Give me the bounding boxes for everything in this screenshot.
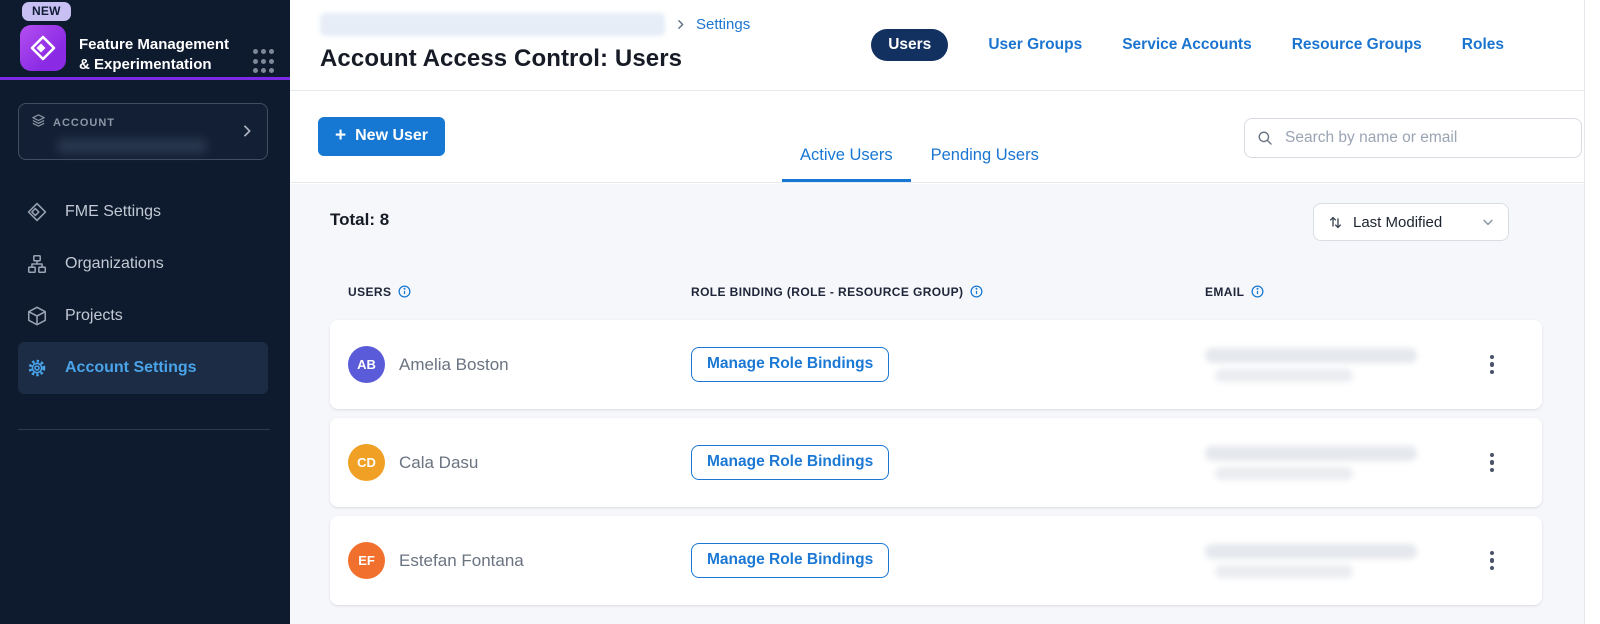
user-rows: AB Amelia Boston Manage Role Bindings CD… bbox=[330, 320, 1542, 614]
info-icon[interactable] bbox=[1250, 284, 1265, 299]
sort-arrows-icon bbox=[1327, 214, 1344, 231]
sidebar-item-label: Projects bbox=[65, 307, 123, 325]
tab-active-users[interactable]: Active Users bbox=[782, 146, 911, 182]
split-icon bbox=[26, 201, 48, 223]
product-title: Feature Management & Experimentation bbox=[79, 25, 237, 75]
main-area: Settings Account Access Control: Users U… bbox=[290, 0, 1585, 624]
breadcrumb-account-redacted bbox=[320, 13, 665, 36]
email-redacted bbox=[1205, 544, 1417, 578]
nav-tab-user-groups[interactable]: User Groups bbox=[988, 36, 1082, 54]
page-header: Settings Account Access Control: Users U… bbox=[290, 0, 1584, 91]
user-name: Amelia Boston bbox=[399, 355, 509, 375]
sort-label: Last Modified bbox=[1353, 214, 1442, 231]
sort-dropdown[interactable]: Last Modified bbox=[1313, 203, 1509, 241]
sidebar-item-account-settings[interactable]: Account Settings bbox=[18, 342, 268, 394]
column-role-binding: ROLE BINDING (ROLE - RESOURCE GROUP) bbox=[691, 285, 963, 299]
column-email: EMAIL bbox=[1205, 285, 1244, 299]
nav-tab-resource-groups[interactable]: Resource Groups bbox=[1292, 36, 1422, 54]
table-header: USERS ROLE BINDING (ROLE - RESOURCE GROU… bbox=[330, 284, 1542, 299]
total-count: Total: 8 bbox=[330, 210, 389, 230]
table-row: EF Estefan Fontana Manage Role Bindings bbox=[330, 516, 1542, 605]
account-switcher[interactable]: ACCOUNT bbox=[18, 103, 268, 160]
table-row: AB Amelia Boston Manage Role Bindings bbox=[330, 320, 1542, 409]
account-name-redacted bbox=[57, 139, 207, 153]
kebab-menu-icon[interactable] bbox=[1486, 449, 1499, 477]
sidebar-item-projects[interactable]: Projects bbox=[18, 290, 268, 342]
manage-role-bindings-button[interactable]: Manage Role Bindings bbox=[691, 445, 889, 480]
user-state-tabs: Active Users Pending Users bbox=[782, 146, 1057, 182]
email-redacted bbox=[1205, 446, 1417, 480]
user-name: Estefan Fontana bbox=[399, 551, 524, 571]
sidebar-divider bbox=[18, 429, 270, 430]
sidebar-item-label: FME Settings bbox=[65, 203, 161, 221]
avatar: AB bbox=[348, 346, 385, 383]
avatar: CD bbox=[348, 444, 385, 481]
nav-tab-users[interactable]: Users bbox=[871, 29, 948, 61]
avatar: EF bbox=[348, 542, 385, 579]
org-chart-icon bbox=[26, 253, 48, 275]
layers-icon bbox=[31, 113, 46, 133]
nav-tab-roles[interactable]: Roles bbox=[1462, 36, 1504, 54]
breadcrumb: Settings bbox=[320, 13, 750, 36]
sidebar-menu: FME Settings Organizations Projects bbox=[18, 186, 268, 394]
kebab-menu-icon[interactable] bbox=[1486, 351, 1499, 379]
new-user-button-label: New User bbox=[355, 127, 428, 145]
split-logo-icon bbox=[20, 25, 66, 71]
chevron-down-icon bbox=[1480, 214, 1496, 230]
email-redacted bbox=[1205, 348, 1417, 382]
nav-tab-service-accounts[interactable]: Service Accounts bbox=[1122, 36, 1252, 54]
tab-pending-users[interactable]: Pending Users bbox=[913, 146, 1057, 182]
manage-role-bindings-button[interactable]: Manage Role Bindings bbox=[691, 543, 889, 578]
info-icon[interactable] bbox=[969, 284, 984, 299]
toolbar: + New User Active Users Pending Users bbox=[290, 91, 1584, 183]
accent-bar bbox=[0, 77, 290, 80]
search bbox=[1244, 118, 1582, 158]
search-input[interactable] bbox=[1244, 118, 1582, 158]
sidebar-item-label: Organizations bbox=[65, 255, 164, 273]
cube-icon bbox=[26, 305, 48, 327]
gear-icon bbox=[26, 357, 48, 379]
chevron-right-icon bbox=[239, 123, 255, 144]
sidebar-item-fme-settings[interactable]: FME Settings bbox=[18, 186, 268, 238]
manage-role-bindings-button[interactable]: Manage Role Bindings bbox=[691, 347, 889, 382]
user-name: Cala Dasu bbox=[399, 453, 478, 473]
page-title: Account Access Control: Users bbox=[320, 45, 682, 73]
new-badge: NEW bbox=[22, 2, 71, 21]
new-user-button[interactable]: + New User bbox=[318, 117, 445, 156]
account-label: ACCOUNT bbox=[53, 117, 115, 129]
users-content: Total: 8 Last Modified USERS ROLE BI bbox=[290, 184, 1584, 624]
sidebar-item-organizations[interactable]: Organizations bbox=[18, 238, 268, 290]
breadcrumb-settings-link[interactable]: Settings bbox=[696, 16, 750, 33]
column-users: USERS bbox=[348, 285, 391, 299]
chevron-right-icon bbox=[674, 18, 687, 31]
kebab-menu-icon[interactable] bbox=[1486, 547, 1499, 575]
sidebar-item-label: Account Settings bbox=[65, 359, 197, 377]
plus-icon: + bbox=[335, 129, 346, 143]
info-icon[interactable] bbox=[397, 284, 412, 299]
table-row: CD Cala Dasu Manage Role Bindings bbox=[330, 418, 1542, 507]
app-launcher-grid-icon[interactable] bbox=[253, 49, 274, 75]
access-control-nav: Users User Groups Service Accounts Resou… bbox=[871, 29, 1504, 61]
sidebar: NEW Feature Management & Experimentation… bbox=[0, 0, 290, 624]
search-icon bbox=[1256, 129, 1274, 147]
